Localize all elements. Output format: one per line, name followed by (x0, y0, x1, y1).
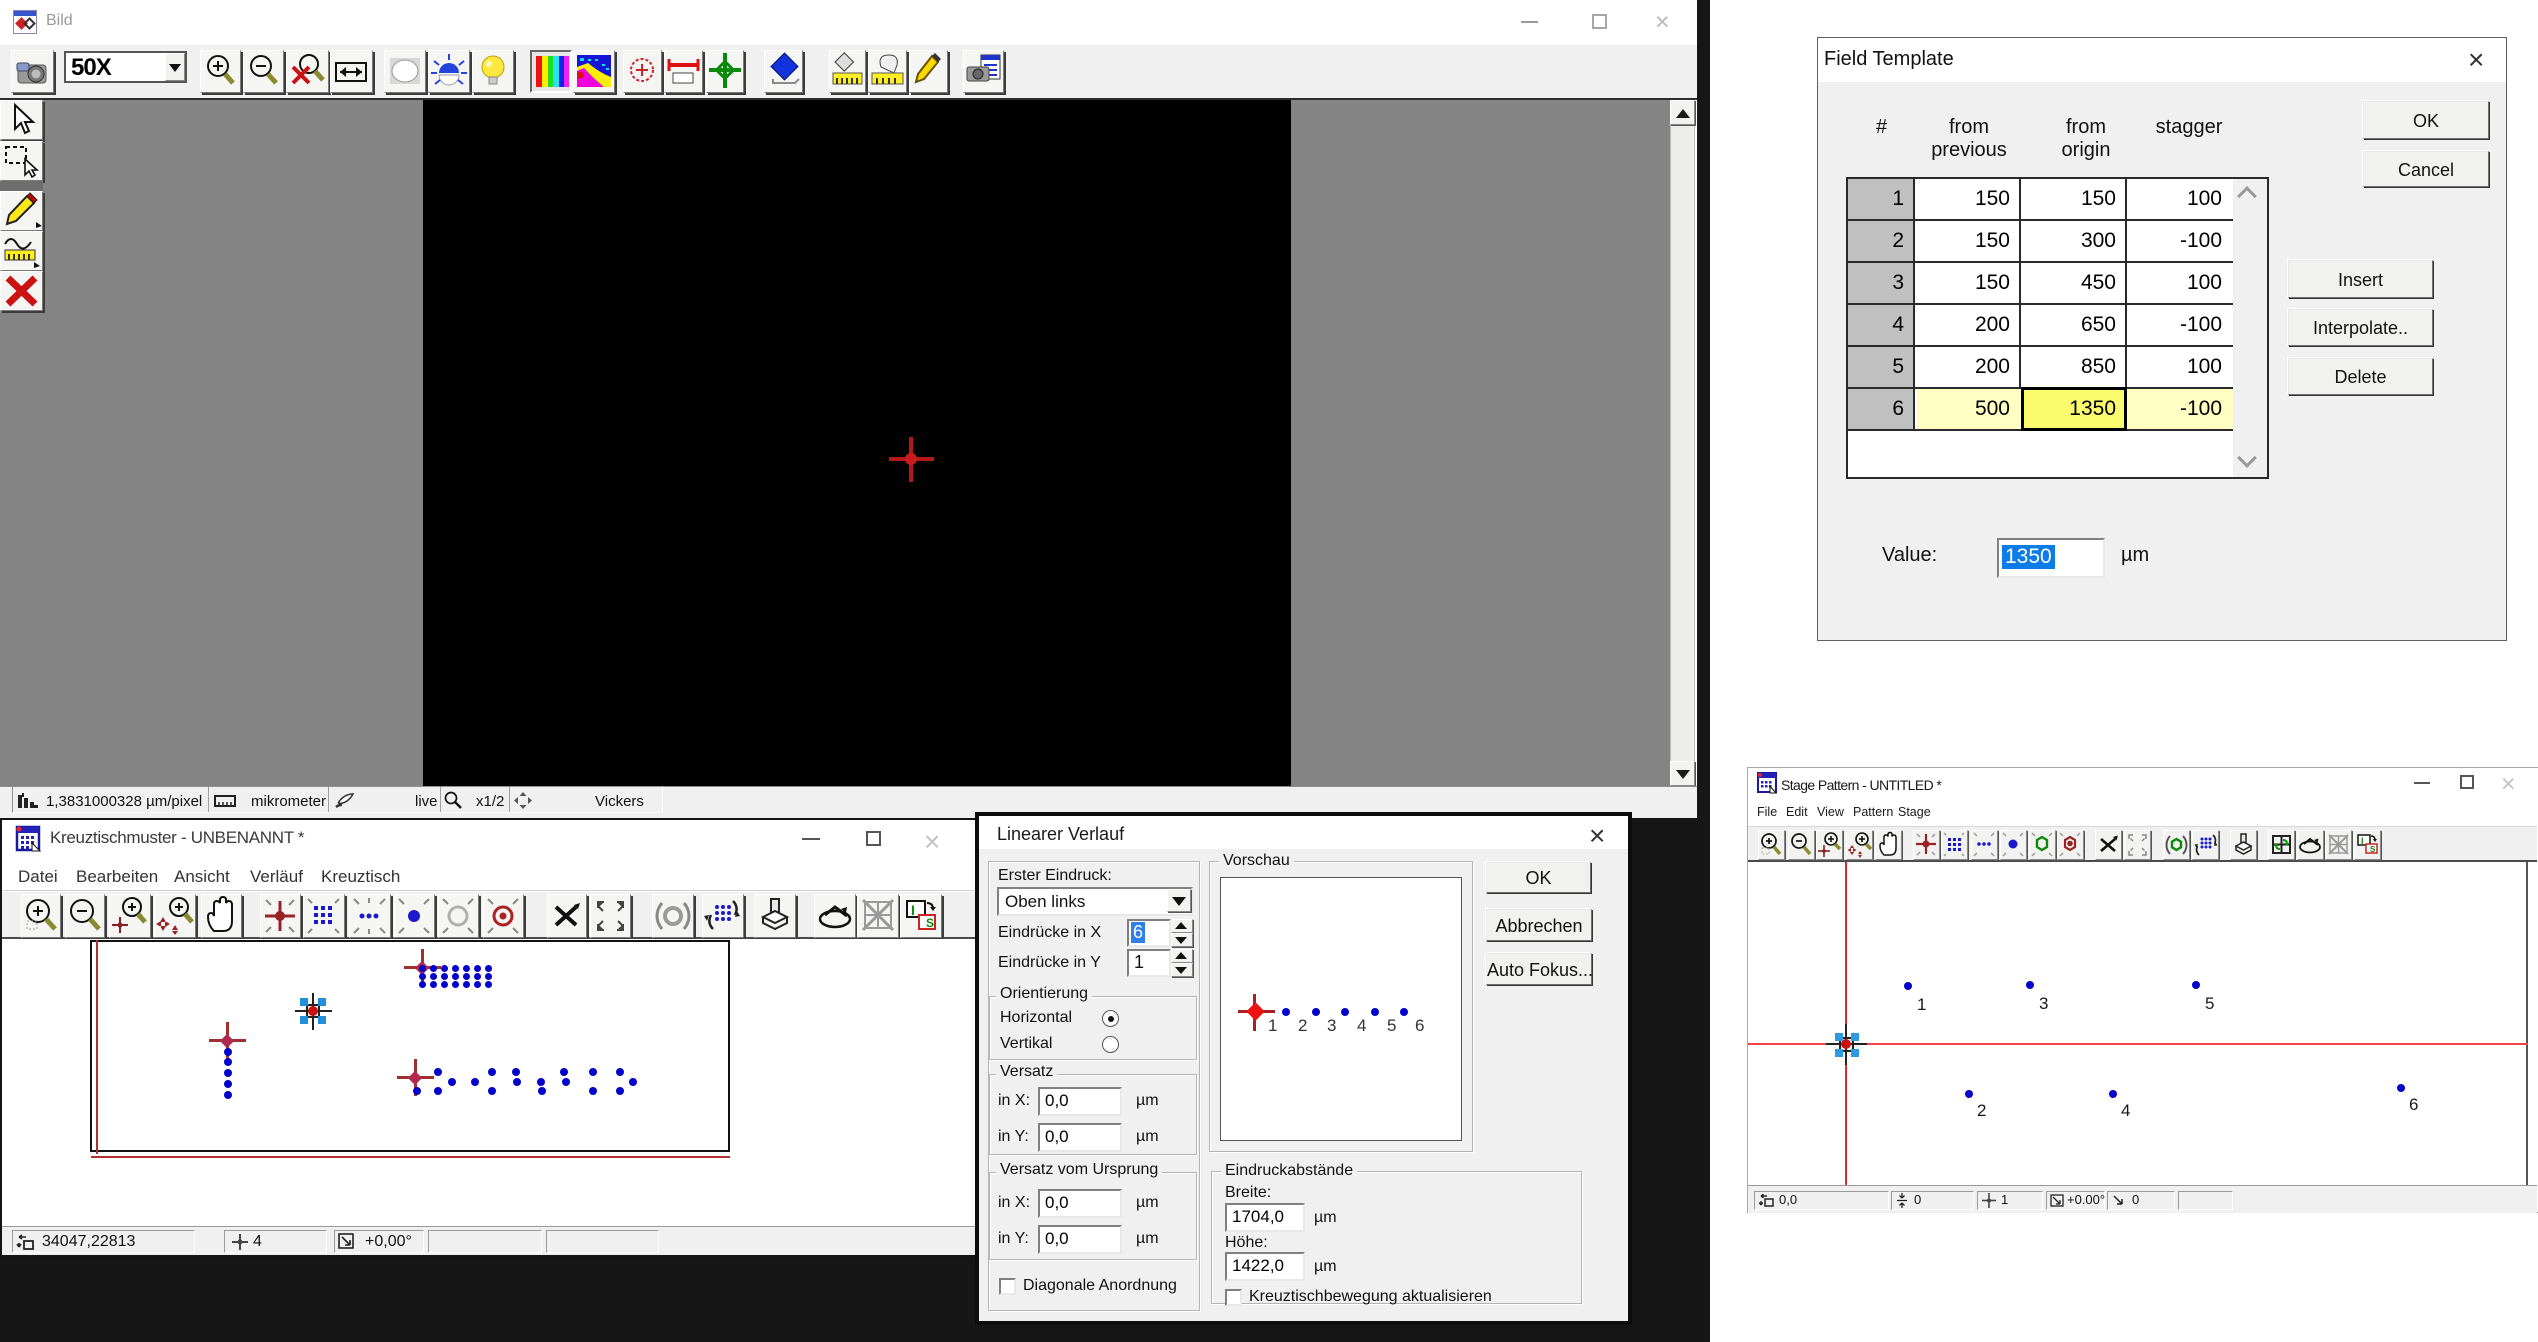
svg-text:S: S (926, 916, 934, 930)
svg-text:I: I (911, 902, 915, 918)
svg-text:I: I (2361, 836, 2364, 846)
svg-text:S: S (2370, 845, 2376, 854)
